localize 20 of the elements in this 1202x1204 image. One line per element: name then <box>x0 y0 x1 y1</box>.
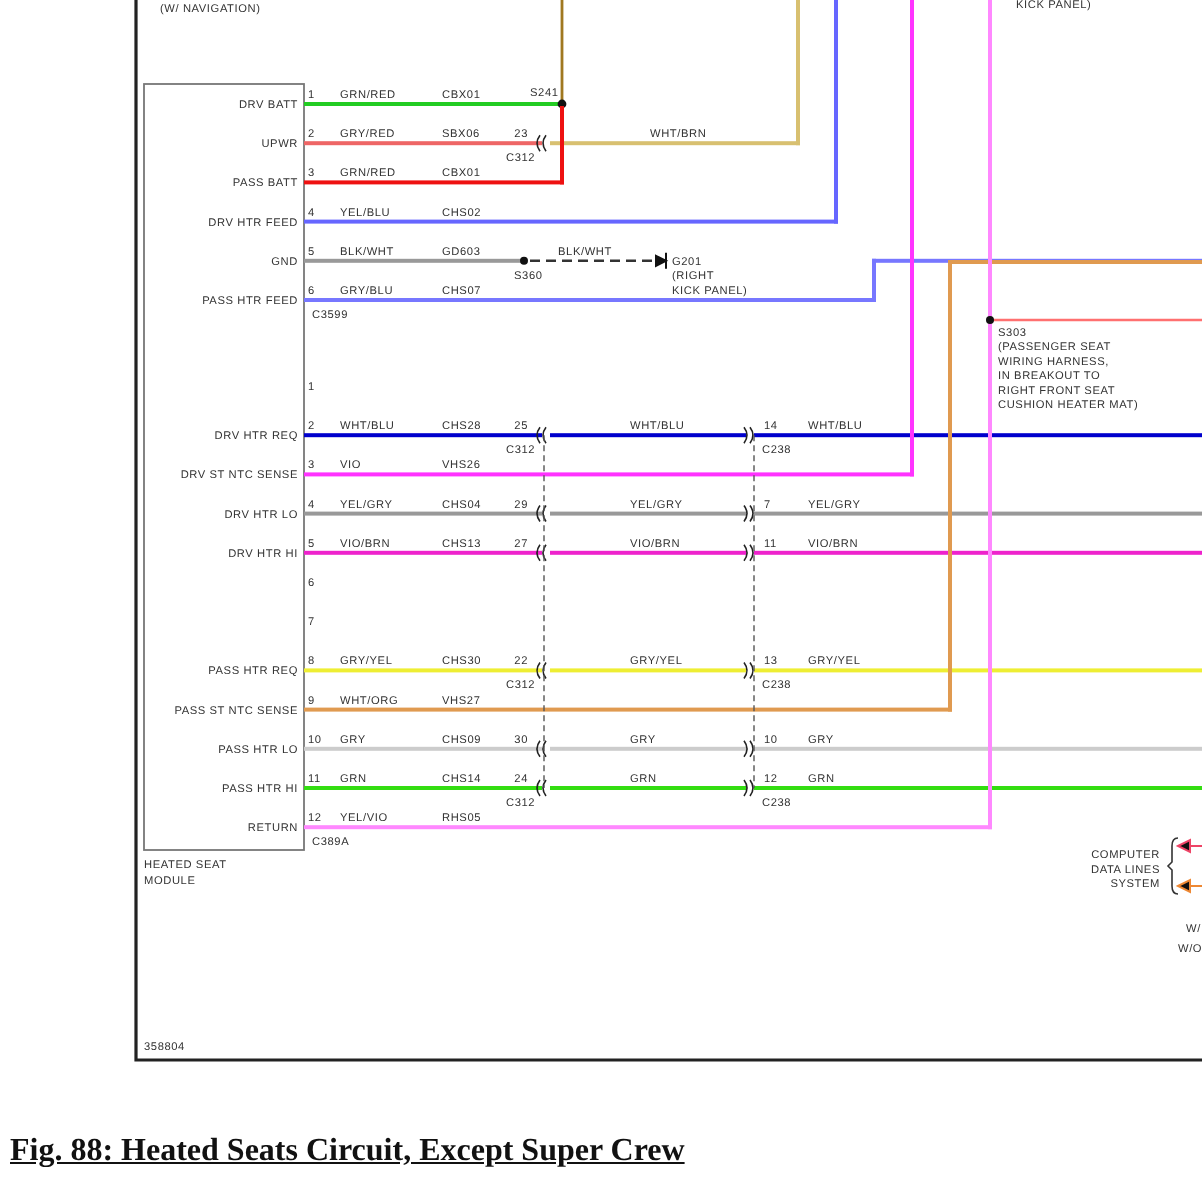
connector-icon <box>743 426 754 444</box>
splice-dot <box>986 316 994 324</box>
splice-dot <box>520 256 528 265</box>
ground-icon <box>655 251 669 270</box>
connector-icon <box>743 661 754 680</box>
arrow-icon <box>1177 878 1202 893</box>
connector-icon <box>536 544 547 562</box>
connector-icon <box>536 504 547 523</box>
figure-caption: Fig. 88: Heated Seats Circuit, Except Super Crew <box>10 1134 685 1170</box>
connector-icon <box>536 740 547 758</box>
connector-icon <box>536 426 547 444</box>
connector-icon <box>743 740 754 758</box>
connector-icon <box>743 544 754 562</box>
connector-icon <box>536 661 547 680</box>
brace-icon <box>1167 837 1179 895</box>
connector-icon <box>536 134 547 152</box>
connector-icon <box>743 779 754 797</box>
arrow-icon <box>1177 838 1202 853</box>
connector-icon <box>743 504 754 523</box>
connector-icon <box>536 779 547 797</box>
